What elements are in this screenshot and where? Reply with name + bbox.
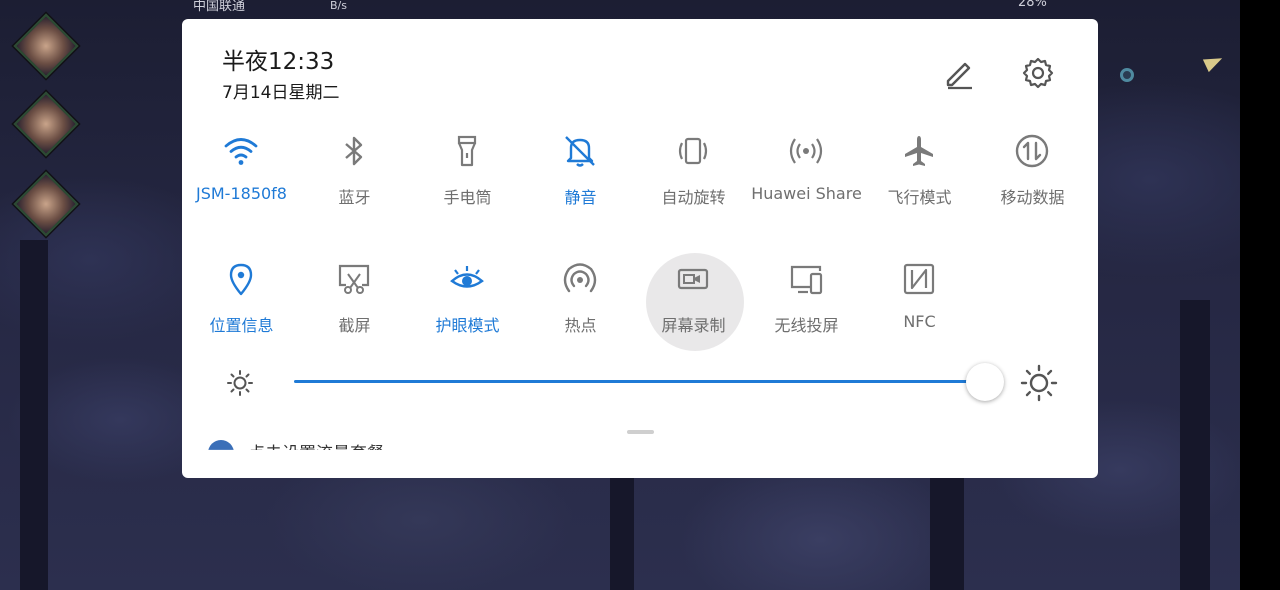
hero-avatar[interactable] xyxy=(13,91,79,157)
direction-arrow-icon xyxy=(1202,51,1226,73)
huawei-share-icon xyxy=(786,131,826,171)
tile-label: NFC xyxy=(903,312,936,331)
tile-label: 自动旋转 xyxy=(661,188,726,207)
flashlight-icon xyxy=(447,131,487,171)
tile-screen-record[interactable]: 屏幕录制 xyxy=(637,259,750,359)
tree-trunk xyxy=(1180,300,1210,590)
brightness-slider-track[interactable] xyxy=(294,380,987,383)
tile-wireless-projection[interactable]: 无线投屏 xyxy=(750,259,863,359)
tree-trunk xyxy=(20,240,48,590)
mobile-data-icon xyxy=(1012,131,1052,171)
tile-label: 屏幕录制 xyxy=(661,316,726,335)
hero-avatar[interactable] xyxy=(13,13,79,79)
tile-label: Huawei Share xyxy=(751,184,862,203)
network-speed: B/s xyxy=(330,0,347,12)
wifi-icon xyxy=(221,131,261,171)
tile-auto-rotate[interactable]: 自动旋转 xyxy=(637,131,750,231)
quick-settings-panel: 半夜12:33 7月14日星期二 JSM-1850f8 蓝牙 手电筒 静音 自动… xyxy=(182,19,1098,478)
eye-comfort-icon xyxy=(447,259,487,299)
tile-label: 热点 xyxy=(564,316,597,335)
tree-trunk xyxy=(610,478,634,590)
tile-airplane-mode[interactable]: 飞行模式 xyxy=(863,131,976,231)
tile-label: 无线投屏 xyxy=(774,316,839,335)
tile-mobile-data[interactable]: 移动数据 xyxy=(976,131,1089,231)
bluetooth-icon xyxy=(334,131,374,171)
tile-label: 护眼模式 xyxy=(435,316,500,335)
wireless-projection-icon xyxy=(786,259,826,299)
clock-time: 半夜12:33 xyxy=(222,49,335,75)
tile-label: 飞行模式 xyxy=(887,188,952,207)
tile-location[interactable]: 位置信息 xyxy=(185,259,298,359)
tile-label: 静音 xyxy=(564,188,597,207)
hero-avatar[interactable] xyxy=(13,171,79,237)
gear-icon xyxy=(1022,57,1054,89)
screenshot-icon xyxy=(334,259,374,299)
screen-record-icon xyxy=(673,259,713,299)
bell-off-icon xyxy=(560,131,600,171)
tile-hotspot[interactable]: 热点 xyxy=(524,259,637,359)
map-marker-icon[interactable] xyxy=(1120,68,1134,82)
pencil-icon xyxy=(946,62,972,90)
tile-wifi[interactable]: JSM-1850f8 xyxy=(185,131,298,231)
clock-date: 7月14日星期二 xyxy=(222,83,340,103)
status-bar: 中国联通 B/s 28% xyxy=(0,0,1240,16)
battery-level: 28% xyxy=(1018,0,1047,10)
notification-text: 点击设置流量套餐 xyxy=(248,444,384,464)
tile-eye-comfort[interactable]: 护眼模式 xyxy=(411,259,524,359)
tile-label: JSM-1850f8 xyxy=(196,184,287,203)
info-icon xyxy=(208,440,234,450)
sun-large-icon xyxy=(1020,364,1058,402)
carrier-name: 中国联通 xyxy=(193,0,246,14)
tile-label: 位置信息 xyxy=(209,316,274,335)
edit-tiles-button[interactable] xyxy=(939,53,979,93)
tile-label: 移动数据 xyxy=(1000,188,1065,207)
tile-label: 手电筒 xyxy=(443,188,492,207)
auto-rotate-icon xyxy=(673,131,713,171)
nfc-icon xyxy=(899,259,939,299)
tile-nfc[interactable]: NFC xyxy=(863,259,976,359)
tile-screenshot[interactable]: 截屏 xyxy=(298,259,411,359)
settings-button[interactable] xyxy=(1018,53,1058,93)
panel-drag-handle[interactable] xyxy=(627,430,654,434)
tile-label: 截屏 xyxy=(338,316,371,335)
tile-flashlight[interactable]: 手电筒 xyxy=(411,131,524,231)
hotspot-icon xyxy=(560,259,600,299)
tile-bluetooth[interactable]: 蓝牙 xyxy=(298,131,411,231)
screen-edge xyxy=(1240,0,1280,590)
tile-huawei-share[interactable]: Huawei Share xyxy=(750,131,863,231)
location-pin-icon xyxy=(221,259,261,299)
tile-label: 蓝牙 xyxy=(338,188,371,207)
sun-small-icon xyxy=(226,369,254,397)
airplane-icon xyxy=(899,131,939,171)
brightness-slider-thumb[interactable] xyxy=(966,363,1004,401)
tile-mute[interactable]: 静音 xyxy=(524,131,637,231)
